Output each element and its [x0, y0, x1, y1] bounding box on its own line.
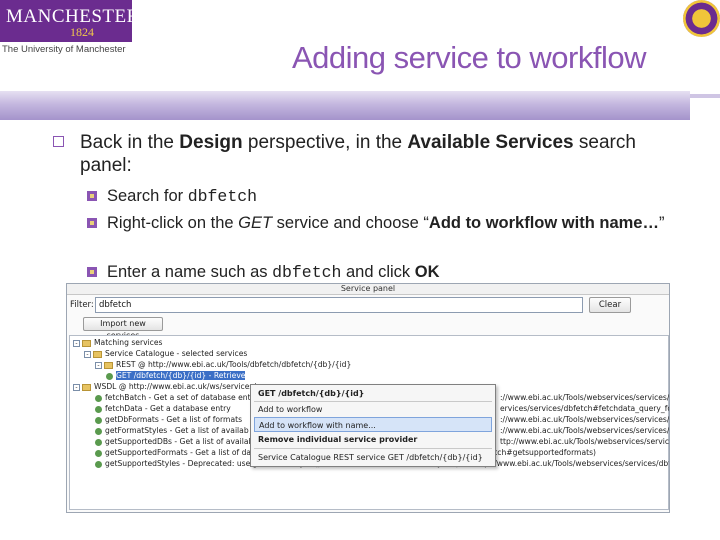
seal-icon: [683, 0, 720, 37]
folder-icon: [82, 339, 91, 347]
service-icon: [95, 438, 102, 446]
tree-row-overflow: ttp://www.ebi.ac.uk/Tools/webservices/se…: [500, 437, 670, 446]
menu-item-service-details[interactable]: Service Catalogue REST service GET /dbfe…: [254, 450, 492, 465]
service-icon: [95, 394, 102, 402]
university-logo: MANCHESTER 1824 The University of Manche…: [0, 0, 139, 60]
menu-separator: [254, 448, 492, 449]
bullet-square-icon: [53, 136, 64, 147]
title-bar: [0, 91, 690, 120]
tree-row[interactable]: - REST @ http://www.ebi.ac.uk/Tools/dbfet…: [95, 360, 351, 370]
tree-row[interactable]: fetchData - Get a database entry: [95, 404, 231, 414]
service-icon: [106, 372, 113, 380]
service-icon: [95, 460, 102, 468]
filter-label: Filter:: [70, 300, 94, 310]
menu-item-remove-provider[interactable]: Remove individual service provider: [254, 432, 492, 447]
title-bar-tail: [690, 94, 720, 98]
collapse-icon[interactable]: -: [73, 339, 80, 347]
tree-row-overflow: ://www.ebi.ac.uk/Tools/webservices/servi…: [500, 393, 670, 402]
folder-icon: [104, 361, 113, 369]
bullet-enter-name-text: Enter a name such as dbfetch and click O…: [107, 263, 440, 282]
panel-title: Service panel: [67, 284, 669, 295]
logo-crest: MANCHESTER 1824: [0, 0, 139, 42]
import-services-button[interactable]: Import new services: [83, 317, 163, 340]
logo-subtitle: The University of Manchester: [2, 44, 126, 55]
tree-row[interactable]: - Service Catalogue - selected services: [84, 349, 247, 359]
folder-icon: [93, 350, 102, 358]
menu-item-add-to-workflow[interactable]: Add to workflow: [254, 402, 492, 417]
service-icon: [95, 416, 102, 424]
collapse-icon[interactable]: -: [73, 383, 80, 391]
tree-row[interactable]: fetchBatch - Get a set of database entr: [95, 393, 254, 403]
logo-year: 1824: [70, 25, 94, 39]
tree-row[interactable]: - WSDL @ http://www.ebi.ac.uk/ws/services…: [73, 382, 256, 392]
context-menu: GET /dbfetch/{db}/{id} Add to workflow A…: [250, 384, 496, 467]
bullet-right-click-text: Right-click on the GET service and choos…: [107, 214, 665, 232]
bullet-icon: [87, 191, 97, 201]
bullet-main-text: Back in the Design perspective, in the A…: [80, 132, 636, 176]
tree-row-overflow: ://www.ebi.ac.uk/Tools/webservices/servi…: [500, 426, 670, 435]
bullet-icon: [87, 218, 97, 228]
folder-icon: [82, 383, 91, 391]
collapse-icon[interactable]: -: [84, 350, 91, 358]
menu-item-add-with-name[interactable]: Add to workflow with name...: [254, 417, 492, 432]
service-icon: [95, 405, 102, 413]
service-panel-screenshot: Service panel Filter: Clear Import new s…: [66, 283, 670, 513]
tree-row-selected[interactable]: GET /dbfetch/{db}/{id} - Retrieve: [106, 371, 246, 381]
tree-row-overflow: ervices/services/dbfetch#fetchdata_query…: [500, 404, 669, 413]
tree-row[interactable]: getDbFormats - Get a list of formats: [95, 415, 242, 425]
service-icon: [95, 449, 102, 457]
service-icon: [95, 427, 102, 435]
tree-row-overflow: ://www.ebi.ac.uk/Tools/webservices/servi…: [500, 415, 670, 424]
slide-title: Adding service to workflow: [292, 40, 647, 75]
collapse-icon[interactable]: -: [95, 361, 102, 369]
clear-button[interactable]: Clear: [589, 297, 631, 313]
filter-input[interactable]: [95, 297, 583, 313]
context-menu-header: GET /dbfetch/{db}/{id}: [258, 389, 365, 398]
bullet-icon: [87, 267, 97, 277]
tree-row[interactable]: - Matching services: [73, 338, 163, 348]
tree-row[interactable]: getSupportedDBs - Get a list of availab: [95, 437, 253, 447]
bullet-search-text: Search for dbfetch: [107, 187, 258, 206]
tree-row[interactable]: getFormatStyles - Get a list of availab: [95, 426, 249, 436]
